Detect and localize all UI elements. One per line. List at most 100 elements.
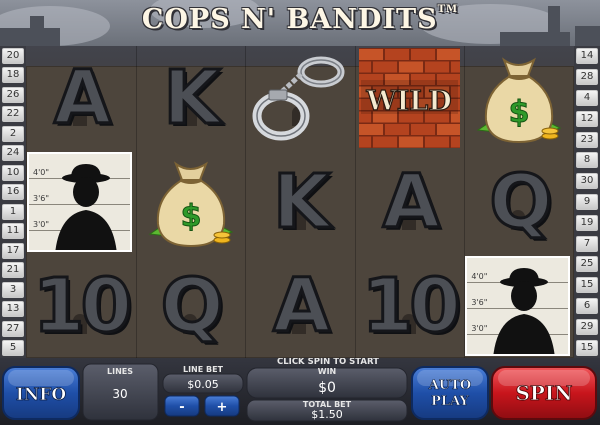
minus-label: - [179, 400, 184, 415]
payline-indicator[interactable]: 25 [576, 256, 598, 273]
payline-indicator[interactable]: 14 [576, 48, 598, 65]
lines-value: 30 [112, 387, 127, 401]
autoplay-label-line2: PLAY [431, 394, 469, 409]
reel-area: A 4'0" 3'6" 3'0" 10 K $ Q K A WILD A 10 $ Q 4'0" 3'6" 3'0… [26, 46, 574, 358]
height-label: 3'6" [471, 298, 488, 307]
reel-cell: 4'0" 3'6" 3'0" [26, 150, 135, 254]
game-title: COPS N' BANDITSTM [141, 4, 459, 35]
payline-indicator[interactable]: 16 [2, 184, 24, 201]
payline-indicator[interactable]: 28 [576, 69, 598, 86]
control-panel: INFO LINES 30 LINE BET $0.05 - + CLICK S… [0, 358, 600, 425]
payline-indicator[interactable]: 12 [576, 110, 598, 127]
card-symbol: 10 [360, 262, 462, 351]
payline-indicator[interactable]: 9 [576, 194, 598, 210]
spin-label: SPIN [515, 381, 572, 405]
card-symbol: A [272, 262, 332, 351]
payline-indicator[interactable]: 3 [2, 281, 24, 298]
payline-indicator[interactable]: 20 [2, 47, 24, 64]
height-label: 3'6" [33, 194, 50, 203]
plus-label: + [217, 400, 228, 415]
height-label: 4'0" [471, 272, 488, 281]
reel-cell [245, 46, 354, 150]
info-label: INFO [16, 385, 67, 405]
card-symbol: K [272, 158, 332, 247]
wild-brick-icon: WILD [358, 48, 460, 148]
payline-indicator[interactable]: 27 [2, 320, 24, 337]
info-button[interactable]: INFO [2, 366, 80, 420]
payline-indicator[interactable]: 11 [2, 223, 24, 240]
payline-indicator[interactable]: 17 [2, 242, 24, 259]
card-symbol: K [162, 54, 222, 143]
payline-indicator[interactable]: 8 [576, 152, 598, 169]
payline-indicator[interactable]: 21 [2, 262, 24, 279]
payline-indicators-right: 14 28 4 12 23 8 30 9 19 7 25 15 6 29 15 [574, 46, 600, 358]
total-bet-value: $1.50 [311, 408, 343, 421]
money-bag-icon: $ [148, 161, 233, 248]
reel-cell: $ [136, 150, 245, 254]
payline-indicator[interactable]: 15 [576, 339, 598, 356]
spin-button[interactable]: SPIN [491, 366, 597, 420]
reel-cell: A [245, 254, 354, 358]
payline-indicator[interactable]: 7 [576, 235, 598, 252]
autoplay-label-line1: AUTO [428, 378, 471, 393]
reel-cell: A [26, 46, 135, 150]
mugshot-symbol: 4'0" 3'6" 3'0" [27, 152, 132, 252]
win-label: WIN [318, 367, 337, 376]
reel-cell: K [245, 150, 354, 254]
reel-cell: 10 [26, 254, 135, 358]
total-bet-display: TOTAL BET $1.50 [246, 399, 408, 422]
reel-cell: 4'0" 3'6" 3'0" [464, 254, 573, 358]
card-symbol: A [52, 54, 112, 143]
bandit-silhouette-icon [55, 164, 117, 250]
height-label: 3'0" [471, 324, 488, 333]
payline-indicator[interactable]: 23 [576, 131, 598, 148]
reel-cell: K [136, 46, 245, 150]
handcuffs-icon [252, 56, 345, 141]
payline-indicator[interactable]: 2 [2, 125, 24, 142]
status-message: CLICK SPIN TO START [277, 358, 379, 367]
reel-cell: Q [464, 150, 573, 254]
dollar-sign: $ [509, 95, 530, 130]
reel-cell: $ [464, 46, 573, 150]
mugshot-symbol: 4'0" 3'6" 3'0" [465, 256, 571, 356]
payline-indicator[interactable]: 4 [576, 90, 598, 106]
win-value: $0 [318, 380, 336, 396]
payline-indicator[interactable]: 18 [2, 67, 24, 84]
lines-label: LINES [107, 367, 133, 376]
height-label: 3'0" [33, 220, 50, 229]
line-bet-minus-button[interactable]: - [164, 395, 200, 417]
payline-indicator[interactable]: 22 [2, 106, 24, 123]
payline-indicator[interactable]: 30 [576, 173, 598, 190]
money-bag-icon: $ [476, 57, 562, 144]
payline-indicator[interactable]: 24 [2, 145, 24, 162]
autoplay-button[interactable]: AUTO PLAY [411, 366, 489, 420]
reel-cell: Q [136, 254, 245, 358]
bandit-silhouette-icon [493, 268, 555, 354]
win-display: WIN $0 [246, 367, 408, 399]
card-symbol: Q [159, 262, 225, 351]
payline-indicator[interactable]: 5 [2, 340, 24, 357]
line-bet-value: $0.05 [187, 378, 219, 391]
payline-indicator[interactable]: 19 [576, 214, 598, 231]
card-symbol: Q [488, 158, 554, 247]
line-bet-plus-button[interactable]: + [204, 395, 240, 417]
top-banner: COPS N' BANDITSTM [0, 0, 600, 46]
card-symbol: A [381, 158, 441, 247]
payline-indicator[interactable]: 26 [2, 86, 24, 103]
lines-display: LINES 30 [82, 363, 159, 421]
payline-indicator[interactable]: 10 [2, 164, 24, 181]
payline-indicator[interactable]: 29 [576, 318, 598, 335]
payline-indicator[interactable]: 6 [576, 298, 598, 314]
payline-indicator[interactable]: 13 [2, 301, 24, 318]
reel-cell: A [355, 150, 464, 254]
payline-indicator[interactable]: 1 [2, 203, 24, 220]
line-bet-label: LINE BET [183, 365, 224, 374]
card-symbol: 10 [32, 262, 134, 351]
payline-indicators-left: 20 18 26 22 2 24 10 16 1 11 17 21 3 13 27 5 [0, 46, 26, 358]
wild-label: WILD [365, 86, 451, 117]
reel-cell: WILD [355, 46, 464, 150]
reel-cell: 10 [355, 254, 464, 358]
height-label: 4'0" [33, 168, 50, 177]
dollar-sign: $ [180, 199, 201, 234]
payline-indicator[interactable]: 15 [576, 277, 598, 294]
